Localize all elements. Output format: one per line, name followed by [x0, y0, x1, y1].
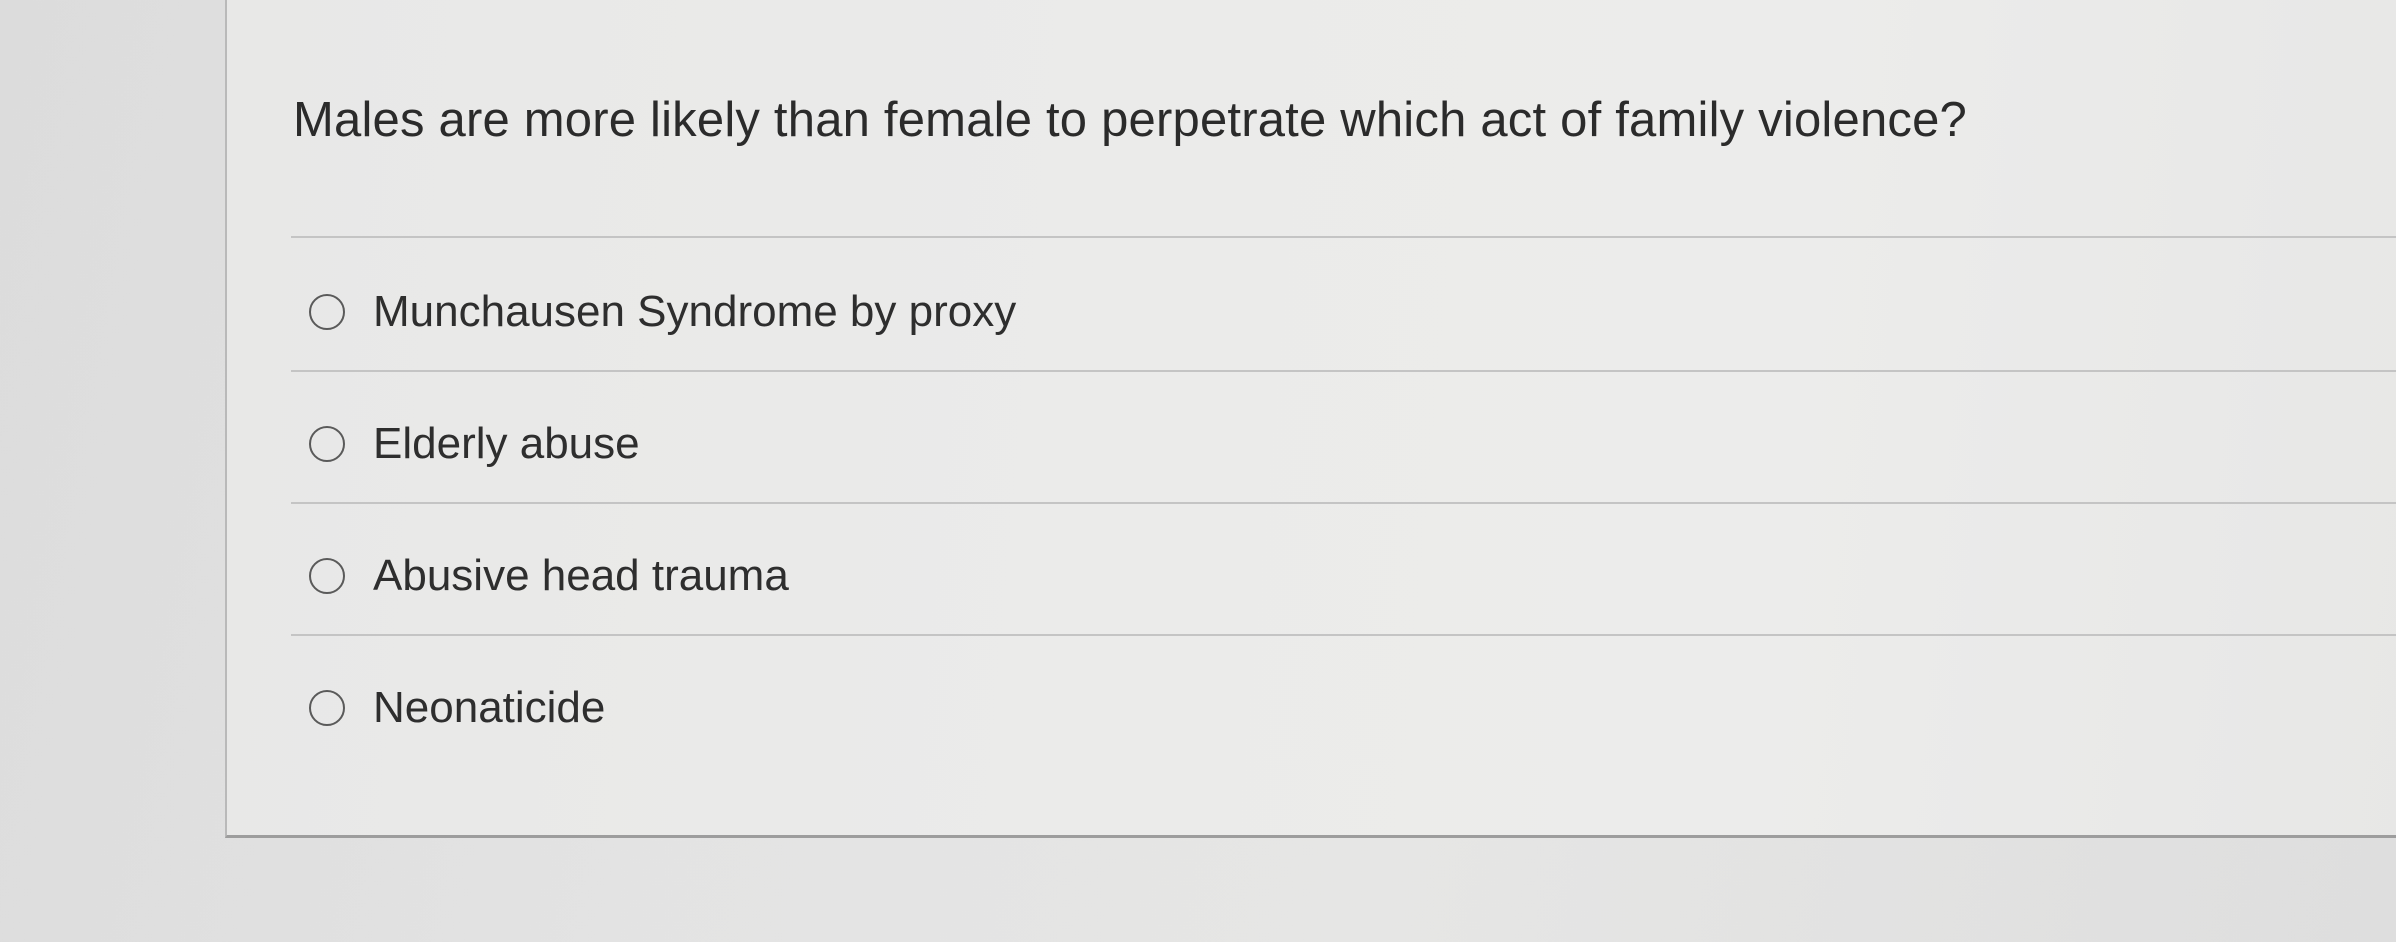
option-label: Munchausen Syndrome by proxy	[373, 287, 1017, 336]
divider	[291, 502, 2396, 504]
radio-button[interactable]	[309, 690, 345, 726]
option-label: Abusive head trauma	[373, 551, 789, 600]
question-card: Males are more likely than female to per…	[225, 0, 2396, 838]
divider	[291, 370, 2396, 372]
option-label: Neonaticide	[373, 683, 606, 732]
radio-button[interactable]	[309, 294, 345, 330]
option-munchausen[interactable]: Munchausen Syndrome by proxy	[309, 282, 1016, 342]
option-elderly-abuse[interactable]: Elderly abuse	[309, 414, 640, 474]
question-text: Males are more likely than female to per…	[293, 93, 1968, 147]
option-neonaticide[interactable]: Neonaticide	[309, 678, 605, 738]
radio-button[interactable]	[309, 426, 345, 462]
divider	[291, 634, 2396, 636]
radio-button[interactable]	[309, 558, 345, 594]
divider	[291, 236, 2396, 238]
option-label: Elderly abuse	[373, 419, 640, 468]
option-abusive-head-trauma[interactable]: Abusive head trauma	[309, 546, 789, 606]
